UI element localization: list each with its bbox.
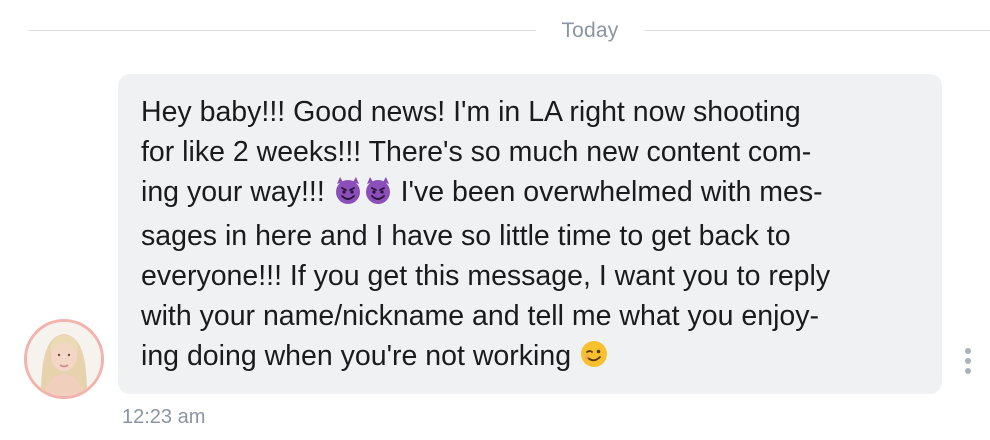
message-line-3-end: I've been overwhelmed with mes- xyxy=(392,176,823,208)
avatar[interactable] xyxy=(24,319,104,399)
chat-view: Today Hey baby!!! Good news! I'm in LA r… xyxy=(0,0,990,440)
message-bubble[interactable]: Hey baby!!! Good news! I'm in LA right n… xyxy=(118,74,942,394)
more-vertical-icon[interactable] xyxy=(956,344,980,378)
smiling-face-with-horns-icon xyxy=(363,175,393,216)
divider-line-left xyxy=(28,30,536,31)
message-line-7: ing doing when you're not working xyxy=(141,340,579,372)
message-line-2: for like 2 weeks!!! There's so much new … xyxy=(141,136,812,168)
message-text: Hey baby!!! Good news! I'm in LA right n… xyxy=(141,92,918,380)
message-line-1: Hey baby!!! Good news! I'm in LA right n… xyxy=(141,96,801,128)
message-line-4: sages in here and I have so little time … xyxy=(141,220,791,252)
message-line-3-start: ing your way!!! xyxy=(141,176,333,208)
divider-line-right xyxy=(644,30,990,31)
date-divider: Today xyxy=(28,16,990,46)
date-divider-label: Today xyxy=(561,19,619,42)
message-line-5: everyone!!! If you get this message, I w… xyxy=(141,260,831,292)
message-timestamp: 12:23 am xyxy=(122,406,206,428)
winking-face-icon xyxy=(579,339,609,380)
smiling-face-with-horns-icon xyxy=(333,175,363,216)
message-line-6: with your name/nickname and tell me what… xyxy=(141,300,820,332)
